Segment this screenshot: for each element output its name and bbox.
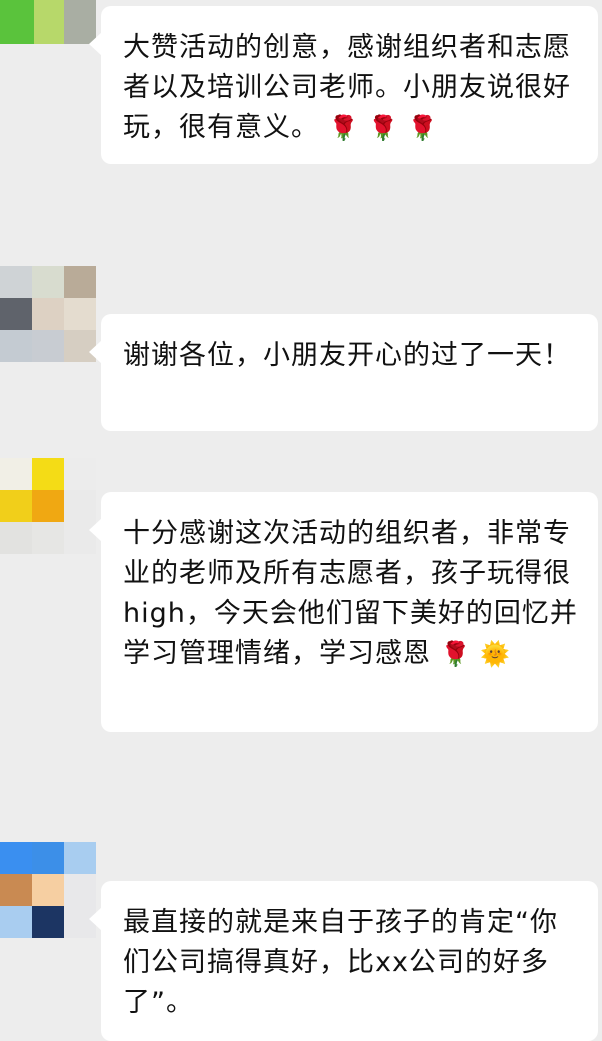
rose-emoji-icon: 🌹 🌹 🌹 (328, 114, 439, 142)
message-bubble[interactable]: 谢谢各位，小朋友开心的过了一天！ (89, 314, 598, 431)
avatar[interactable] (0, 458, 96, 554)
message-bubble[interactable]: 最直接的就是来自于孩子的肯定“你们公司搞得真好，比xx公司的好多了”。 (89, 881, 598, 1041)
avatar[interactable] (0, 266, 96, 362)
message-text: 最直接的就是来自于孩子的肯定“你们公司搞得真好，比xx公司的好多了”。 (123, 907, 558, 1018)
message-bubble[interactable]: 大赞活动的创意，感谢组织者和志愿者以及培训公司老师。小朋友说很好玩，很有意义。 … (89, 6, 598, 164)
message-text: 谢谢各位，小朋友开心的过了一天！ (123, 340, 571, 371)
avatar[interactable] (0, 0, 96, 44)
rose-sun-emoji-icon: 🌹 🌞 (440, 640, 511, 668)
message-bubble[interactable]: 十分感谢这次活动的组织者，非常专业的老师及所有志愿者，孩子玩得很high，今天会… (89, 492, 598, 732)
avatar[interactable] (0, 842, 96, 938)
